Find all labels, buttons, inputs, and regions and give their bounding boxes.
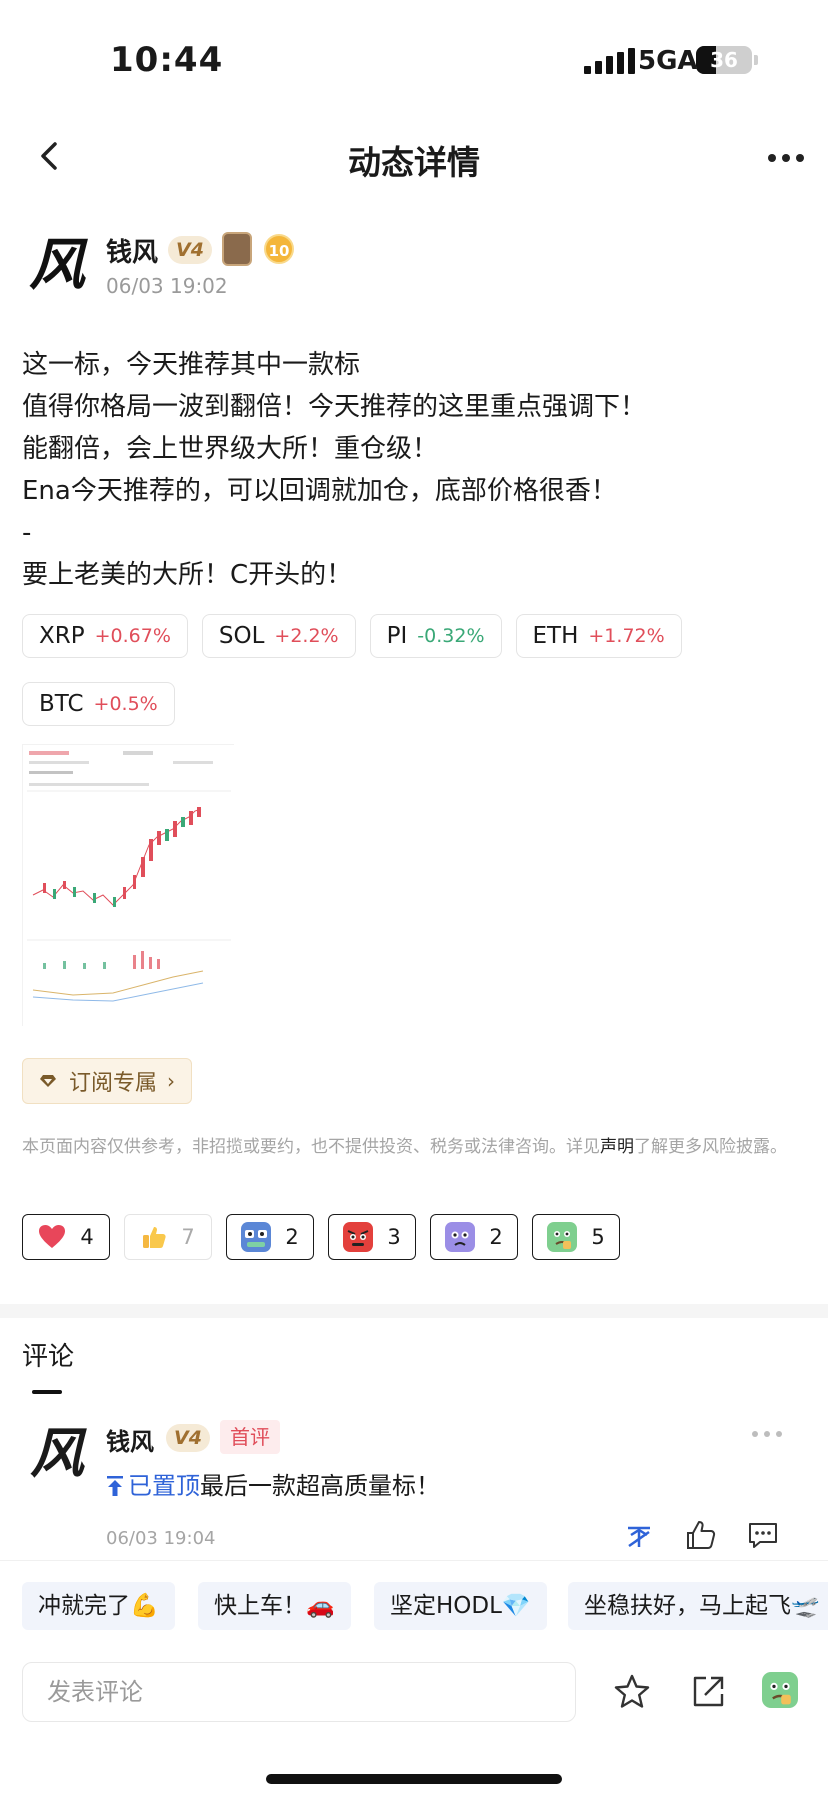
- ticker-symbol: BTC: [39, 691, 84, 717]
- comment-input[interactable]: 发表评论: [22, 1662, 576, 1722]
- sick-emoji-icon: [762, 1672, 798, 1708]
- subscribe-label: 订阅专属: [69, 1071, 158, 1096]
- reaction-sick[interactable]: 5: [532, 1214, 620, 1260]
- reaction-thumbs-up[interactable]: 7: [124, 1214, 212, 1260]
- share-button[interactable]: [688, 1672, 728, 1712]
- page-title: 动态详情: [348, 143, 480, 182]
- ticker-symbol: XRP: [39, 623, 85, 649]
- pinned-text: 已置顶: [128, 1472, 200, 1500]
- comment-timestamp: 06/03 19:04: [106, 1528, 216, 1549]
- unpin-button[interactable]: [622, 1518, 656, 1552]
- tab-indicator: [32, 1390, 62, 1394]
- comment-avatar[interactable]: 风: [24, 1420, 90, 1486]
- heart-icon: [39, 1225, 66, 1248]
- section-divider: [0, 1304, 828, 1318]
- favorite-button[interactable]: [612, 1672, 652, 1712]
- reaction-hodl[interactable]: 2: [226, 1214, 314, 1260]
- disclaimer-part: 本页面内容仅供参考，非招揽或要约，也不提供投资、税务或法律咨询。详见: [22, 1137, 600, 1157]
- ticker-list: XRP +0.67% SOL +2.2% PI -0.32% ETH +1.72% BT…: [22, 614, 812, 738]
- unpin-icon: [628, 1526, 650, 1548]
- share-icon: [693, 1676, 724, 1707]
- reaction-count: 4: [80, 1225, 94, 1249]
- ticker-chip[interactable]: SOL +2.2%: [201, 614, 356, 658]
- ticker-change: +2.2%: [274, 625, 339, 647]
- emoji-button[interactable]: [762, 1672, 802, 1712]
- comment-text: 已置顶最后一款超高质量标！: [106, 1466, 440, 1501]
- comment-reply-button[interactable]: [746, 1518, 780, 1552]
- network-type: 5GA: [638, 46, 698, 76]
- ticker-change: -0.32%: [417, 625, 485, 647]
- comment-bubble-icon: [749, 1523, 777, 1548]
- comment-more-button[interactable]: [752, 1424, 782, 1444]
- ticker-chip[interactable]: XRP +0.67%: [22, 614, 188, 658]
- comment-like-button[interactable]: [684, 1518, 718, 1552]
- reaction-count: 7: [181, 1225, 195, 1249]
- comment-level-badge: V4: [166, 1424, 210, 1452]
- post-line: -: [22, 518, 32, 548]
- more-button[interactable]: [768, 140, 804, 176]
- diamond-icon: [40, 1075, 56, 1087]
- quick-reply-chip[interactable]: 快上车！🚗: [198, 1582, 351, 1630]
- ticker-chip[interactable]: PI -0.32%: [369, 614, 502, 658]
- comments-tab[interactable]: 评论: [22, 1336, 74, 1373]
- angry-emoji-icon: [343, 1222, 374, 1252]
- reaction-count: 2: [285, 1225, 299, 1249]
- ticker-chip[interactable]: BTC +0.5%: [22, 682, 175, 726]
- author-name[interactable]: 钱风: [106, 232, 158, 269]
- author-avatar[interactable]: 风: [24, 232, 90, 298]
- thumbs-up-outline-icon: [687, 1521, 716, 1549]
- reaction-heart[interactable]: 4: [22, 1214, 110, 1260]
- ticker-change: +0.5%: [93, 693, 158, 715]
- post-line: 能翻倍，会上世界级大所！重仓级！: [22, 434, 439, 464]
- quick-reply-chip[interactable]: 冲就完了💪: [22, 1582, 175, 1630]
- comment-body: 最后一款超高质量标！: [200, 1472, 440, 1500]
- hodl-emoji-icon: [241, 1222, 272, 1252]
- home-indicator: [266, 1774, 562, 1784]
- battery-cap: [754, 55, 758, 65]
- status-time: 10:44: [110, 40, 224, 80]
- battery-level: 36: [710, 48, 738, 72]
- reaction-count: 5: [591, 1225, 605, 1249]
- signal-icon: [584, 48, 635, 74]
- chart-screenshot-image[interactable]: [22, 744, 235, 1027]
- sick-emoji-icon: [547, 1222, 578, 1252]
- post-line: 要上老美的大所！C开头的！: [22, 560, 353, 590]
- ticker-symbol: PI: [386, 623, 408, 649]
- post-line: Ena今天推荐的，可以回调就加仓，底部价格很香！: [22, 476, 617, 506]
- reaction-cry[interactable]: 2: [430, 1214, 518, 1260]
- level-badge: V4: [168, 236, 212, 264]
- ticker-chip[interactable]: ETH +1.72%: [515, 614, 682, 658]
- back-button[interactable]: [30, 136, 70, 176]
- star-icon: [614, 1674, 650, 1708]
- disclaimer-link[interactable]: 声明: [600, 1137, 634, 1157]
- chevron-left-icon: [41, 142, 57, 170]
- reaction-angry[interactable]: 3: [328, 1214, 416, 1260]
- reaction-count: 3: [387, 1225, 401, 1249]
- post-content: 这一标，今天推荐其中一款标 值得你格局一波到翻倍！今天推荐的这里重点强调下！ 能…: [22, 344, 812, 596]
- ticker-symbol: SOL: [218, 623, 265, 649]
- disclaimer-part: 了解更多风险披露。: [634, 1137, 787, 1157]
- ticker-symbol: ETH: [532, 623, 579, 649]
- comment-author-name[interactable]: 钱风: [106, 1422, 154, 1457]
- disclaimer-text: 本页面内容仅供参考，非招揽或要约，也不提供投资、税务或法律咨询。详见声明了解更多…: [22, 1134, 808, 1160]
- post-line: 值得你格局一波到翻倍！今天推荐的这里重点强调下！: [22, 392, 647, 422]
- battery-icon: 36: [696, 46, 752, 74]
- quick-reply-chip[interactable]: 坐稳扶好，马上起飞🛫: [568, 1582, 828, 1630]
- reaction-bar: 4 7 2 3 2 5: [22, 1214, 620, 1260]
- cry-emoji-icon: [445, 1222, 476, 1252]
- shield-badge-icon: [222, 232, 252, 266]
- chevron-right-icon: ›: [167, 1069, 176, 1093]
- reaction-count: 2: [489, 1225, 503, 1249]
- quick-reply-chip[interactable]: 坚定HODL💎: [374, 1582, 547, 1630]
- pin-arrow-icon: [107, 1476, 123, 1496]
- first-comment-tag: 首评: [220, 1420, 280, 1454]
- rank-badge: 10: [264, 234, 294, 264]
- ticker-change: +0.67%: [94, 625, 171, 647]
- post-line: 这一标，今天推荐其中一款标: [22, 350, 361, 380]
- ticker-change: +1.72%: [588, 625, 665, 647]
- pinned-label: 已置顶: [106, 1472, 200, 1500]
- subscribe-button[interactable]: 订阅专属 ›: [22, 1058, 193, 1104]
- post-timestamp: 06/03 19:02: [106, 274, 228, 298]
- thumbs-up-icon: [143, 1227, 166, 1248]
